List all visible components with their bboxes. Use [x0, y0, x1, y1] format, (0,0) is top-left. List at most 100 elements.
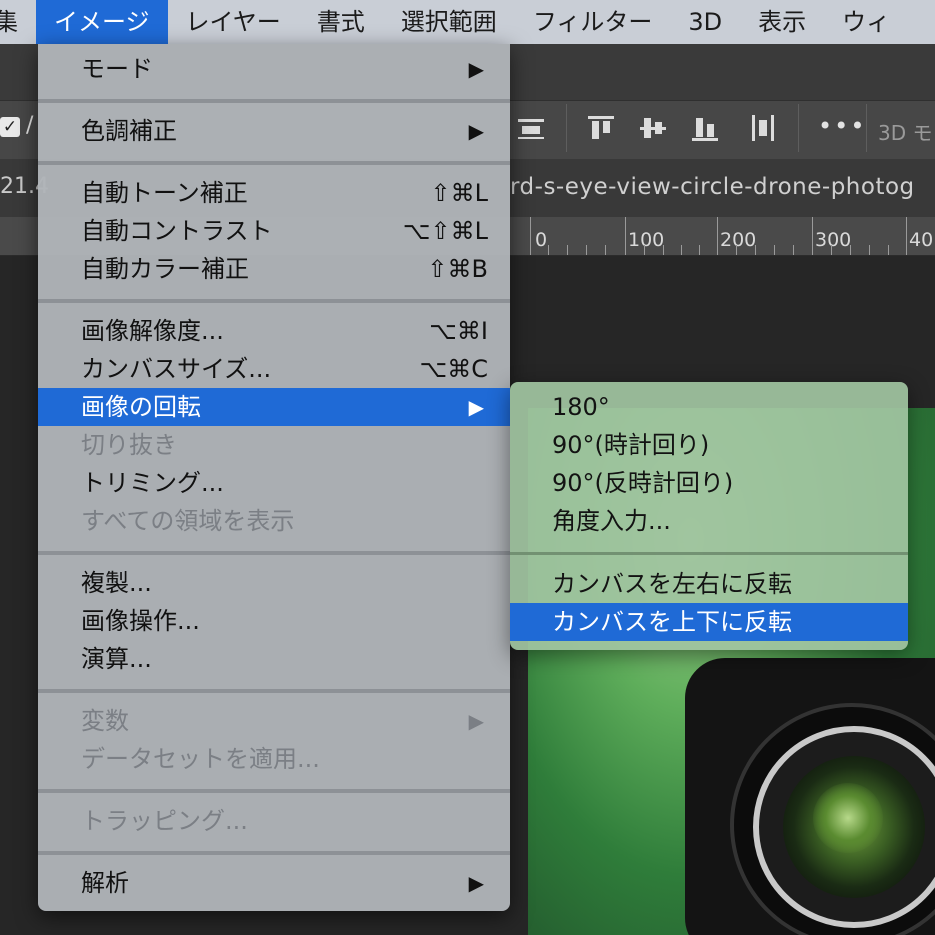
- ruler-tick: [586, 245, 587, 255]
- menu-item-label: 切り抜き: [81, 431, 177, 459]
- menu-3d[interactable]: 3D: [670, 0, 740, 44]
- ruler-tick: [774, 245, 775, 255]
- shortcut-label: ⇧⌘B: [427, 255, 488, 283]
- align-vertical-center-icon[interactable]: [638, 113, 668, 143]
- ruler-label: 0: [535, 229, 548, 251]
- ruler-label: 300: [815, 229, 852, 251]
- menu-item-label: 色調補正: [81, 117, 177, 145]
- ruler-tick: [755, 245, 756, 255]
- image-menu: モード ▶ 色調補正 ▶ 自動トーン補正 ⇧⌘L 自動コントラスト ⌥⇧⌘L 自…: [38, 44, 510, 911]
- menu-item-image-rotation[interactable]: 画像の回転 ▶: [38, 388, 510, 426]
- menu-item-auto-contrast[interactable]: 自動コントラスト ⌥⇧⌘L: [38, 212, 510, 250]
- submenu-item-rotate-90-ccw[interactable]: 90°(反時計回り): [510, 464, 908, 502]
- image-rotation-submenu: 180° 90°(時計回り) 90°(反時計回り) 角度入力... カンバスを左…: [510, 382, 908, 650]
- menu-item-auto-tone[interactable]: 自動トーン補正 ⇧⌘L: [38, 174, 510, 212]
- submenu-arrow-icon: ▶: [468, 119, 484, 143]
- menu-item-duplicate[interactable]: 複製...: [38, 564, 510, 602]
- camera-lens-glint: [813, 783, 883, 853]
- menu-item-canvas-size[interactable]: カンバスサイズ... ⌥⌘C: [38, 350, 510, 388]
- submenu-arrow-icon: ▶: [468, 395, 484, 419]
- ruler-tick: [548, 245, 549, 255]
- options-separator: [866, 104, 867, 152]
- submenu-item-label: 180°: [552, 393, 610, 421]
- menu-item-label: カンバスサイズ...: [81, 355, 272, 383]
- menu-item-label: すべての領域を表示: [81, 507, 295, 535]
- menu-item-mode[interactable]: モード ▶: [38, 50, 510, 88]
- submenu-item-rotate-90-cw[interactable]: 90°(時計回り): [510, 426, 908, 464]
- distribute-icon[interactable]: [748, 113, 778, 143]
- submenu-item-flip-horizontal[interactable]: カンバスを左右に反転: [510, 565, 908, 603]
- shortcut-label: ⇧⌘L: [430, 179, 488, 207]
- menu-item-trap: トラッピング...: [38, 802, 510, 840]
- document-tab-title[interactable]: rd-s-eye-view-circle-drone-photog: [510, 174, 915, 200]
- submenu-item-label: 90°(反時計回り): [552, 469, 734, 497]
- ruler-tick: [530, 217, 531, 255]
- menu-item-analysis[interactable]: 解析 ▶: [38, 864, 510, 902]
- menu-separator: [38, 551, 510, 555]
- menu-layer[interactable]: レイヤー: [168, 0, 299, 44]
- menu-item-label: 画像解像度...: [81, 317, 224, 345]
- menu-item-label: 自動コントラスト: [81, 217, 273, 245]
- align-bottom-icon[interactable]: [690, 113, 720, 143]
- menu-item-label: 複製...: [81, 569, 152, 597]
- submenu-separator: [510, 552, 908, 555]
- 3d-mode-label: 3D モ: [878, 121, 933, 145]
- menu-item-label: 画像操作...: [81, 607, 200, 635]
- menu-item-calculations[interactable]: 演算...: [38, 640, 510, 678]
- align-top-icon[interactable]: [586, 113, 616, 143]
- submenu-item-label: 90°(時計回り): [552, 431, 710, 459]
- more-options-icon[interactable]: •••: [818, 112, 866, 140]
- menu-item-image-size[interactable]: 画像解像度... ⌥⌘I: [38, 312, 510, 350]
- align-center-horizontal-icon[interactable]: [516, 113, 546, 143]
- menu-item-label: データセットを適用...: [81, 745, 320, 773]
- menu-select[interactable]: 選択範囲: [383, 0, 515, 44]
- ruler-tick: [906, 217, 907, 255]
- submenu-item-label: カンバスを左右に反転: [552, 570, 792, 598]
- menu-item-crop: 切り抜き: [38, 426, 510, 464]
- ruler-tick: [663, 245, 664, 255]
- ruler-tick: [699, 245, 700, 255]
- menu-item-label: 画像の回転: [81, 393, 201, 421]
- submenu-item-flip-vertical[interactable]: カンバスを上下に反転: [510, 603, 908, 641]
- menu-item-variables: 変数 ▶: [38, 702, 510, 740]
- menu-edit[interactable]: 集: [0, 0, 36, 44]
- menu-item-label: トラッピング...: [81, 807, 248, 835]
- menu-window[interactable]: ウィ: [824, 0, 908, 44]
- menu-view[interactable]: 表示: [740, 0, 824, 44]
- menu-separator: [38, 299, 510, 303]
- menu-separator: [38, 161, 510, 165]
- menu-separator: [38, 99, 510, 103]
- ruler-tick: [605, 245, 606, 255]
- shortcut-label: ⌥⌘I: [429, 317, 488, 345]
- menu-item-reveal-all: すべての領域を表示: [38, 502, 510, 540]
- submenu-item-label: 角度入力...: [552, 507, 671, 535]
- menu-separator: [38, 789, 510, 793]
- menu-item-trim[interactable]: トリミング...: [38, 464, 510, 502]
- menu-filter[interactable]: フィルター: [515, 0, 671, 44]
- menu-item-label: 解析: [81, 869, 129, 897]
- menu-item-label: 自動トーン補正: [81, 179, 248, 207]
- menu-separator: [38, 689, 510, 693]
- ruler-tick: [850, 245, 851, 255]
- auto-select-checkbox[interactable]: ✓: [0, 117, 20, 137]
- menu-bar: 集 イメージ レイヤー 書式 選択範囲 フィルター 3D 表示 ウィ: [0, 0, 935, 44]
- options-separator: [798, 104, 799, 152]
- ruler-tick: [793, 245, 794, 255]
- shortcut-label: ⌥⇧⌘L: [402, 217, 488, 245]
- ruler-tick: [717, 217, 718, 255]
- menu-image[interactable]: イメージ: [36, 0, 168, 44]
- shortcut-label: ⌥⌘C: [419, 355, 488, 383]
- menu-item-apply-image[interactable]: 画像操作...: [38, 602, 510, 640]
- menu-item-apply-data-set: データセットを適用...: [38, 740, 510, 778]
- submenu-item-rotate-180[interactable]: 180°: [510, 388, 908, 426]
- menu-item-adjustments[interactable]: 色調補正 ▶: [38, 112, 510, 150]
- ruler-tick: [625, 217, 626, 255]
- submenu-arrow-icon: ▶: [468, 57, 484, 81]
- submenu-item-arbitrary[interactable]: 角度入力...: [510, 502, 908, 540]
- menu-item-auto-color[interactable]: 自動カラー補正 ⇧⌘B: [38, 250, 510, 288]
- ruler-tick: [888, 245, 889, 255]
- ruler-tick: [681, 245, 682, 255]
- menu-type[interactable]: 書式: [299, 0, 383, 44]
- menu-separator: [38, 851, 510, 855]
- submenu-arrow-icon: ▶: [468, 709, 484, 733]
